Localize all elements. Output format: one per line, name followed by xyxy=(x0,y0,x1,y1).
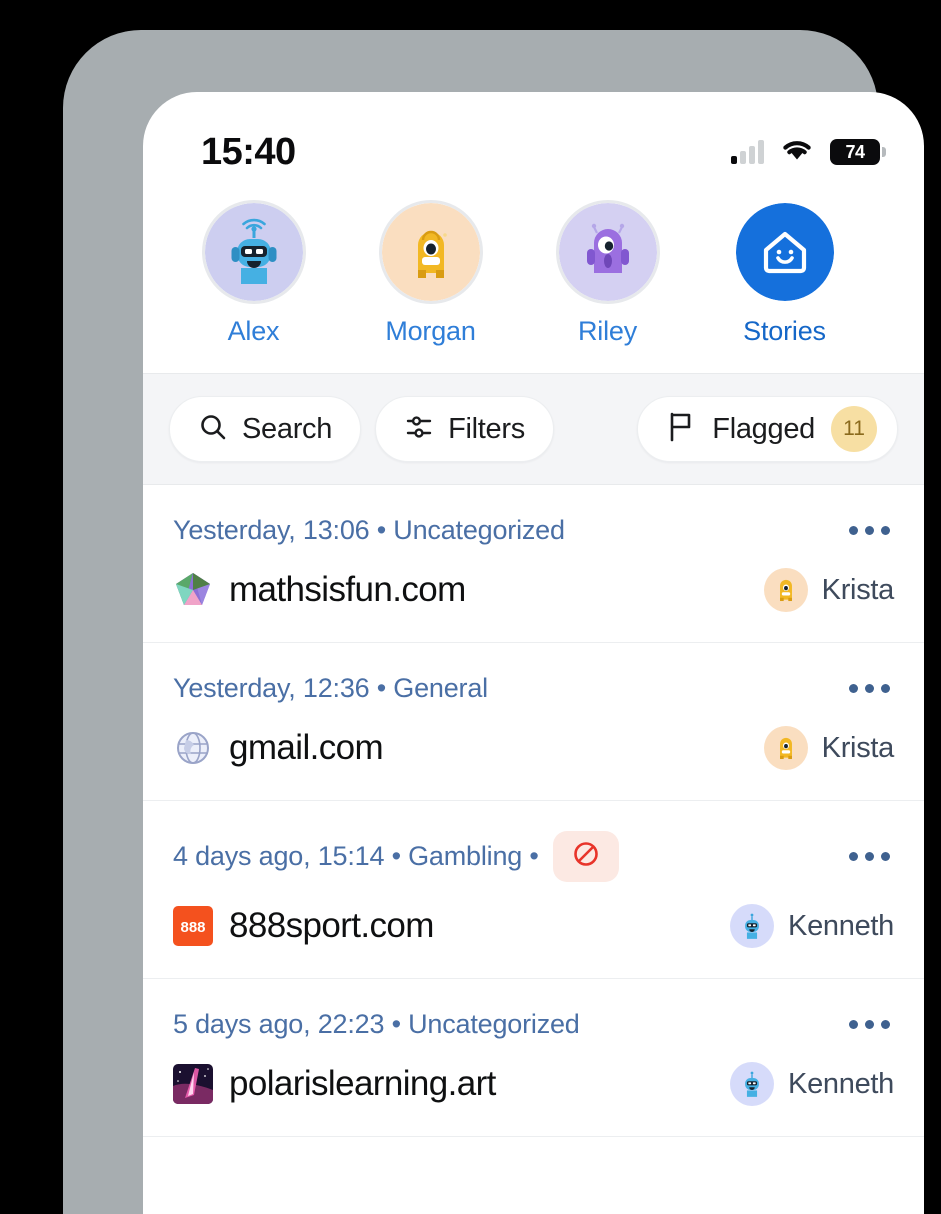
row-meta-text: 4 days ago, 15:14 • Gambling • xyxy=(173,841,539,871)
monster-avatar-icon xyxy=(381,203,480,301)
avatar-label: Riley xyxy=(577,316,637,346)
table-row[interactable]: Yesterday, 13:06 • Uncategorized mathsis… xyxy=(143,485,924,643)
avatar-item-riley[interactable]: Riley xyxy=(539,200,676,347)
status-time: 15:40 xyxy=(201,130,296,173)
svg-text:888: 888 xyxy=(180,919,205,936)
filters-label: Filters xyxy=(448,412,525,445)
more-options-icon[interactable] xyxy=(845,1014,894,1035)
table-row[interactable]: 5 days ago, 22:23 • Uncategorized polari… xyxy=(143,979,924,1137)
monster-avatar-icon xyxy=(763,726,808,770)
monster-avatar-icon xyxy=(763,568,808,612)
battery-percent: 74 xyxy=(845,141,865,162)
row-owner-name: Krista xyxy=(821,731,895,764)
table-row[interactable]: 4 days ago, 15:14 • Gambling • 888 888sp… xyxy=(143,801,924,979)
avatar-item-stories[interactable]: Stories xyxy=(716,200,853,347)
search-icon xyxy=(198,412,228,447)
row-main: gmail.com Krista xyxy=(173,726,894,770)
row-owner-name: Kenneth xyxy=(788,1067,894,1100)
avatar-ring xyxy=(378,200,483,304)
filter-bar: Search Filters Flagged 11 xyxy=(143,373,924,485)
flagged-label: Flagged xyxy=(712,412,815,445)
row-owner-name: Krista xyxy=(821,573,895,606)
row-domain: 888sport.com xyxy=(229,906,434,945)
row-owner: Krista xyxy=(763,568,895,612)
flag-icon xyxy=(666,411,696,448)
monster-avatar-icon xyxy=(558,203,657,301)
status-badge xyxy=(552,831,619,882)
more-options-icon[interactable] xyxy=(845,678,894,699)
more-options-icon[interactable] xyxy=(845,520,894,541)
history-list: Yesterday, 13:06 • Uncategorized mathsis… xyxy=(143,485,924,1137)
table-row[interactable]: Yesterday, 12:36 • General gmail.com Kri… xyxy=(143,643,924,801)
row-owner: Kenneth xyxy=(730,904,894,948)
filters-button[interactable]: Filters xyxy=(375,396,554,462)
house-smile-icon xyxy=(735,203,834,301)
status-bar: 15:40 74 xyxy=(143,92,924,192)
row-domain: polarislearning.art xyxy=(229,1064,496,1103)
search-label: Search xyxy=(242,412,333,445)
row-domain: mathsisfun.com xyxy=(229,570,466,609)
row-meta: Yesterday, 13:06 • Uncategorized xyxy=(173,515,894,546)
sliders-icon xyxy=(404,412,434,447)
row-meta: 5 days ago, 22:23 • Uncategorized xyxy=(173,1009,894,1040)
row-owner: Kenneth xyxy=(730,1062,894,1106)
robot-avatar-icon xyxy=(730,904,775,948)
avatar-strip: Alex Morgan Riley Stories xyxy=(143,192,924,373)
avatar-label: Stories xyxy=(743,316,826,346)
phone-screen: 15:40 74 Alex Morgan Riley Stories Searc… xyxy=(143,92,924,1214)
avatar-item-alex[interactable]: Alex xyxy=(185,200,322,347)
row-main: mathsisfun.com Krista xyxy=(173,568,894,612)
row-owner-name: Kenneth xyxy=(788,909,894,942)
row-meta-text: Yesterday, 13:06 • Uncategorized xyxy=(173,515,565,545)
888sport-favicon: 888 xyxy=(173,906,213,946)
more-options-icon[interactable] xyxy=(845,846,894,867)
avatar-ring xyxy=(201,200,306,304)
robot-avatar-icon xyxy=(730,1062,775,1106)
phone-frame: 15:40 74 Alex Morgan Riley Stories Searc… xyxy=(63,30,924,1214)
row-meta: Yesterday, 12:36 • General xyxy=(173,673,894,704)
polaris-favicon xyxy=(173,1064,213,1104)
row-meta: 4 days ago, 15:14 • Gambling • xyxy=(173,831,894,882)
row-meta-text: Yesterday, 12:36 • General xyxy=(173,673,488,703)
globe-favicon xyxy=(173,728,213,768)
avatar-label: Alex xyxy=(227,316,280,346)
battery-icon: 74 xyxy=(830,139,886,165)
row-meta-text: 5 days ago, 22:23 • Uncategorized xyxy=(173,1009,580,1039)
cellular-signal-icon xyxy=(731,140,764,164)
avatar-ring xyxy=(555,200,660,304)
avatar-ring xyxy=(732,200,837,304)
row-main: polarislearning.art Kenneth xyxy=(173,1062,894,1106)
search-button[interactable]: Search xyxy=(169,396,362,462)
flagged-count-badge: 11 xyxy=(831,406,877,452)
blocked-icon xyxy=(571,839,601,874)
row-main: 888 888sport.com Kenneth xyxy=(173,904,894,948)
status-icons: 74 xyxy=(731,137,886,168)
row-owner: Krista xyxy=(763,726,895,770)
screenshot-stage: 15:40 74 Alex Morgan Riley Stories Searc… xyxy=(0,0,941,1214)
row-domain: gmail.com xyxy=(229,728,384,767)
avatar-item-morgan[interactable]: Morgan xyxy=(362,200,499,347)
robot-avatar-icon xyxy=(204,203,303,301)
wifi-icon xyxy=(780,137,814,168)
avatar-label: Morgan xyxy=(385,316,476,346)
mathsisfun-favicon xyxy=(173,570,213,610)
flagged-button[interactable]: Flagged 11 xyxy=(637,396,898,462)
